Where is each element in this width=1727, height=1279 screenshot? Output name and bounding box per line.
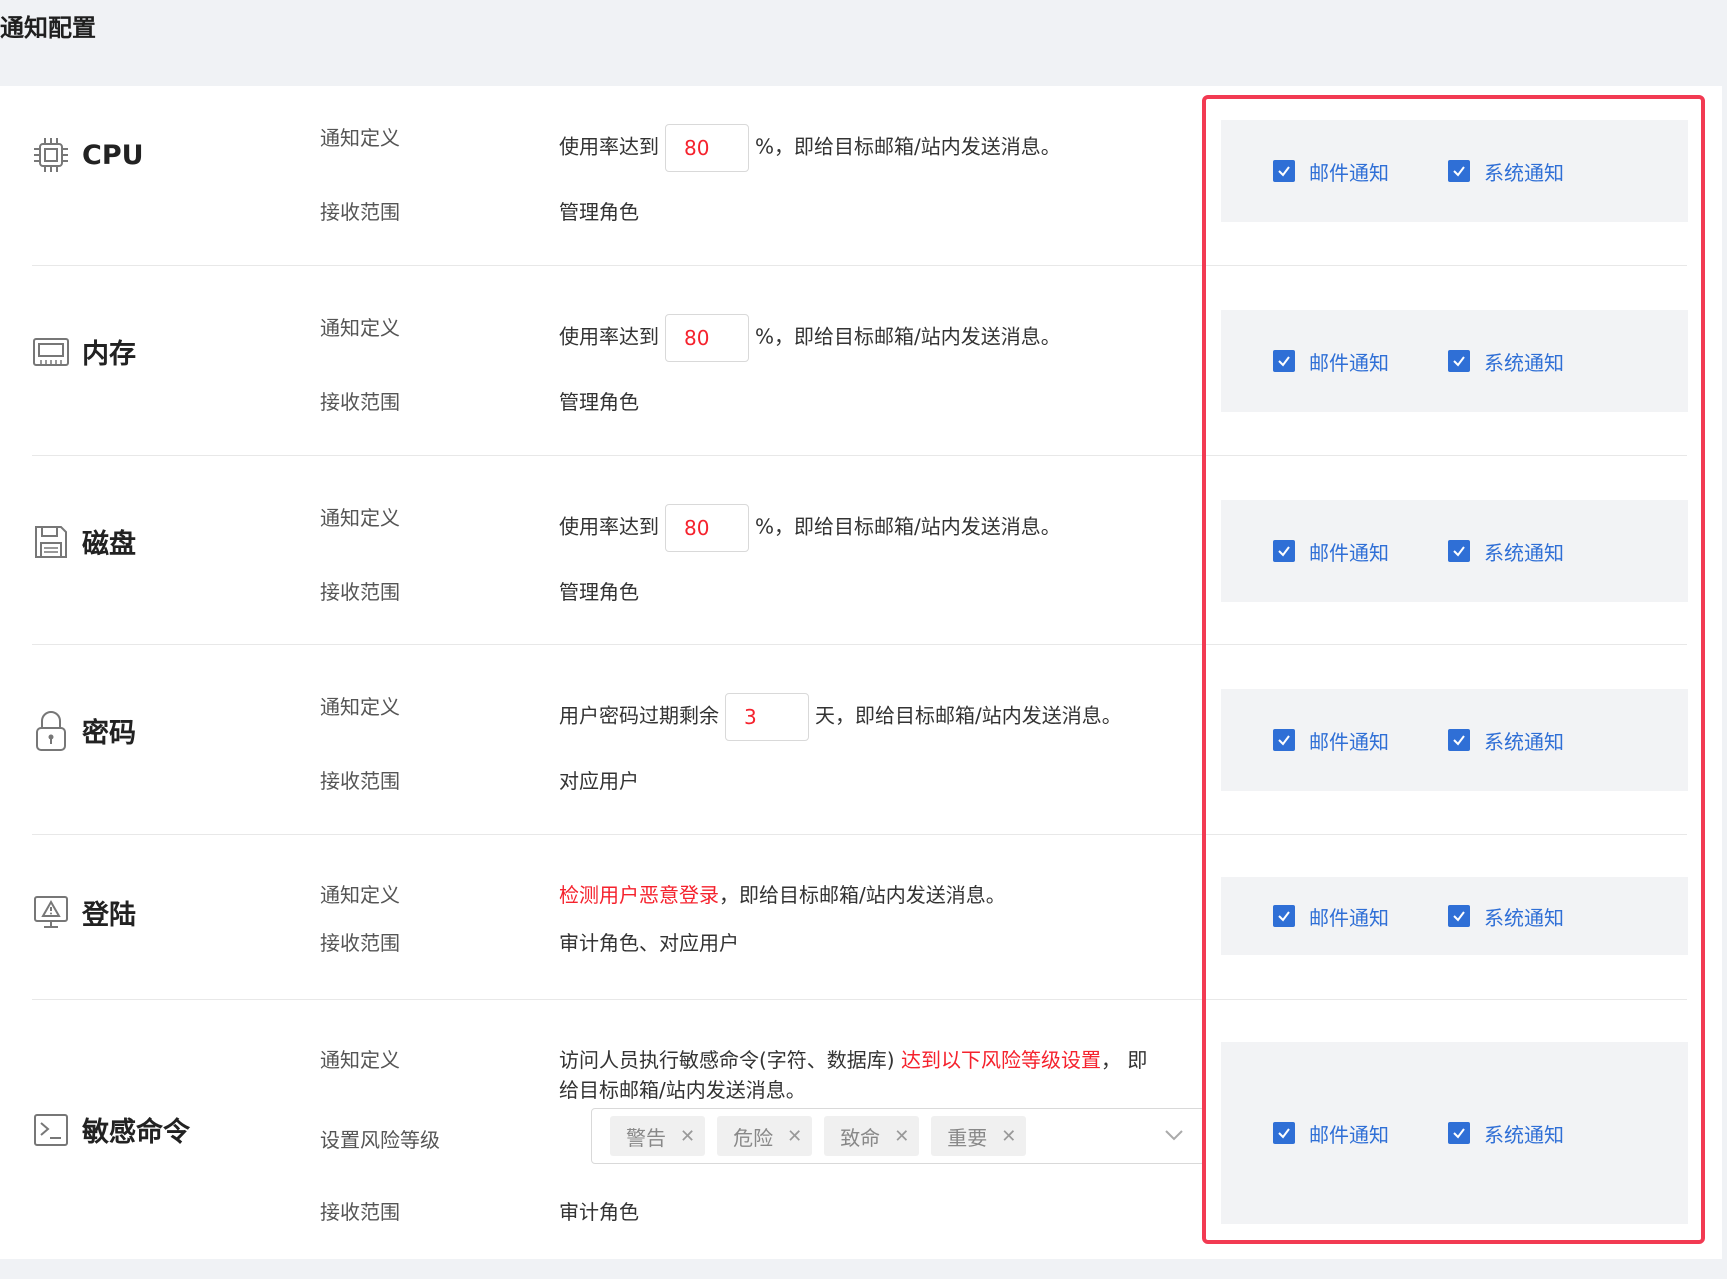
definition-label: 通知定义: [320, 695, 400, 719]
scope-label: 接收范围: [320, 200, 400, 224]
email-notify-checkbox[interactable]: 邮件通知: [1273, 537, 1389, 566]
risk-level-label: 设置风险等级: [320, 1128, 440, 1152]
email-notify-checkbox[interactable]: 邮件通知: [1273, 347, 1389, 376]
definition-text: 使用率达到 80 %，即给目标邮箱/站内发送消息。: [559, 504, 1061, 552]
checkbox-checked-icon: [1448, 905, 1470, 927]
config-row-password: 密码 通知定义 用户密码过期剩余 3 天，即给目标邮箱/站内发送消息。 接收范围 对…: [32, 645, 1688, 835]
system-notify-checkbox[interactable]: 系统通知: [1448, 347, 1564, 376]
item-name: 登陆: [82, 900, 136, 931]
email-notify-checkbox[interactable]: 邮件通知: [1273, 726, 1389, 755]
email-notify-checkbox[interactable]: 邮件通知: [1273, 157, 1389, 186]
tag-fatal: 致命 ✕: [824, 1116, 920, 1156]
email-notify-checkbox[interactable]: 邮件通知: [1273, 1119, 1389, 1148]
system-notify-checkbox[interactable]: 系统通知: [1448, 902, 1564, 931]
scope-value: 管理角色: [559, 200, 639, 224]
checkbox-checked-icon: [1448, 1122, 1470, 1144]
terminal-icon: [32, 1111, 70, 1149]
notification-config-card: CPU 通知定义 使用率达到 80 %，即给目标邮箱/站内发送消息。 接收范围 管理…: [0, 86, 1722, 1259]
scope-label: 接收范围: [320, 769, 400, 793]
definition-text: 使用率达到 80 %，即给目标邮箱/站内发送消息。: [559, 314, 1061, 362]
config-row-sensitive-command: 敏感命令 通知定义 访问人员执行敏感命令(字符、数据库) 达到以下风险等级设置，…: [32, 1000, 1688, 1259]
notify-options: 邮件通知 系统通知: [1221, 1042, 1688, 1224]
checkbox-checked-icon: [1273, 160, 1295, 182]
definition-text: 使用率达到 80 %，即给目标邮箱/站内发送消息。: [559, 124, 1061, 172]
definition-text-line1: 访问人员执行敏感命令(字符、数据库) 达到以下风险等级设置， 即: [559, 1048, 1148, 1072]
scope-value: 管理角色: [559, 390, 639, 414]
config-row-memory: 内存 通知定义 使用率达到 80 %，即给目标邮箱/站内发送消息。 接收范围 管理角…: [32, 266, 1688, 456]
config-row-disk: 磁盘 通知定义 使用率达到 80 %，即给目标邮箱/站内发送消息。 接收范围 管理角…: [32, 456, 1688, 645]
checkbox-checked-icon: [1273, 350, 1295, 372]
definition-label: 通知定义: [320, 1048, 400, 1072]
remove-tag-icon[interactable]: ✕: [787, 1126, 802, 1147]
threshold-input[interactable]: 80: [665, 124, 749, 172]
memory-icon: [32, 333, 70, 371]
item-name: CPU: [82, 139, 144, 171]
config-row-login: 登陆 通知定义 检测用户恶意登录，即给目标邮箱/站内发送消息。 接收范围 审计角…: [32, 835, 1688, 1000]
item-name: 密码: [82, 718, 136, 749]
definition-label: 通知定义: [320, 883, 400, 907]
tag-warning: 警告 ✕: [610, 1116, 706, 1156]
notify-options: 邮件通知 系统通知: [1221, 689, 1688, 791]
notify-options: 邮件通知 系统通知: [1221, 500, 1688, 602]
disk-icon: [32, 523, 70, 561]
remove-tag-icon[interactable]: ✕: [894, 1126, 909, 1147]
system-notify-checkbox[interactable]: 系统通知: [1448, 726, 1564, 755]
definition-label: 通知定义: [320, 316, 400, 340]
item-name: 内存: [82, 339, 136, 370]
config-row-cpu: CPU 通知定义 使用率达到 80 %，即给目标邮箱/站内发送消息。 接收范围 管理…: [32, 86, 1688, 266]
risk-level-select[interactable]: 警告 ✕ 危险 ✕ 致命 ✕ 重要 ✕: [591, 1108, 1205, 1164]
checkbox-checked-icon: [1273, 540, 1295, 562]
scope-value: 对应用户: [559, 769, 639, 793]
cpu-chip-icon: [32, 136, 70, 174]
definition-text-line2: 给目标邮箱/站内发送消息。: [559, 1078, 806, 1102]
page-title: 通知配置: [0, 14, 96, 42]
notify-options: 邮件通知 系统通知: [1221, 877, 1688, 955]
checkbox-checked-icon: [1273, 905, 1295, 927]
scope-value: 审计角色: [559, 1200, 639, 1224]
item-name: 磁盘: [82, 529, 136, 560]
notify-options: 邮件通知 系统通知: [1221, 120, 1688, 222]
scope-label: 接收范围: [320, 390, 400, 414]
system-notify-checkbox[interactable]: 系统通知: [1448, 1119, 1564, 1148]
definition-text: 用户密码过期剩余 3 天，即给目标邮箱/站内发送消息。: [559, 693, 1122, 741]
definition-label: 通知定义: [320, 506, 400, 530]
scope-label: 接收范围: [320, 1200, 400, 1224]
chevron-down-icon[interactable]: [1164, 1127, 1184, 1146]
lock-icon: [32, 710, 70, 751]
days-input[interactable]: 3: [725, 693, 809, 741]
scope-label: 接收范围: [320, 931, 400, 955]
checkbox-checked-icon: [1448, 540, 1470, 562]
checkbox-checked-icon: [1448, 160, 1470, 182]
threshold-input[interactable]: 80: [665, 504, 749, 552]
checkbox-checked-icon: [1448, 729, 1470, 751]
scope-value: 审计角色、对应用户: [559, 931, 739, 955]
remove-tag-icon[interactable]: ✕: [1001, 1126, 1016, 1147]
tag-danger: 危险 ✕: [717, 1116, 813, 1156]
definition-label: 通知定义: [320, 126, 400, 150]
system-notify-checkbox[interactable]: 系统通知: [1448, 537, 1564, 566]
email-notify-checkbox[interactable]: 邮件通知: [1273, 902, 1389, 931]
checkbox-checked-icon: [1448, 350, 1470, 372]
item-name: 敏感命令: [82, 1117, 190, 1148]
checkbox-checked-icon: [1273, 1122, 1295, 1144]
notify-options: 邮件通知 系统通知: [1221, 310, 1688, 412]
tag-important: 重要 ✕: [931, 1116, 1027, 1156]
threshold-input[interactable]: 80: [665, 314, 749, 362]
definition-text: 检测用户恶意登录，即给目标邮箱/站内发送消息。: [559, 883, 1006, 907]
remove-tag-icon[interactable]: ✕: [680, 1126, 695, 1147]
scope-label: 接收范围: [320, 580, 400, 604]
scope-value: 管理角色: [559, 580, 639, 604]
checkbox-checked-icon: [1273, 729, 1295, 751]
system-notify-checkbox[interactable]: 系统通知: [1448, 157, 1564, 186]
monitor-warning-icon: [32, 894, 70, 932]
